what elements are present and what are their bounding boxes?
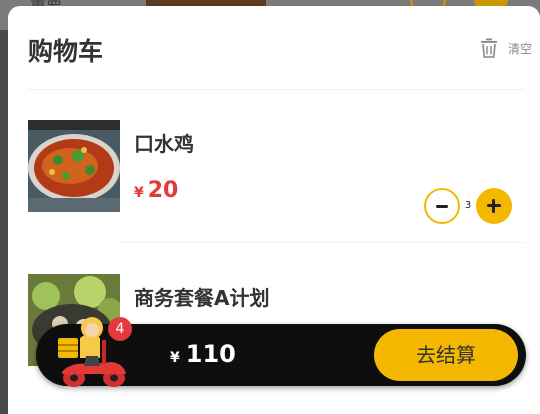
trash-icon xyxy=(480,38,497,58)
cart-title: 购物车 xyxy=(28,37,104,66)
header-divider xyxy=(28,89,524,90)
increase-quantity-button[interactable] xyxy=(476,188,512,224)
quantity-value: 3 xyxy=(464,200,472,211)
total-price: ¥110 xyxy=(170,340,236,368)
item-divider xyxy=(120,242,524,243)
cart-sheet: 购物车 清空 口水鸡 ¥ 20 3 商务套餐A计划 4 ¥ 110 去结算 xyxy=(8,6,540,414)
cart-count-badge: 4 xyxy=(108,317,132,341)
item-name: 商务套餐A计划 xyxy=(134,286,270,310)
price-value: 20 xyxy=(147,178,179,203)
item-name: 口水鸡 xyxy=(134,132,194,156)
total-currency: ¥ xyxy=(170,350,180,366)
checkout-button[interactable]: 去结算 xyxy=(374,329,518,381)
quantity-stepper: 3 xyxy=(424,188,524,224)
total-value: 110 xyxy=(185,340,236,368)
decrease-quantity-button[interactable] xyxy=(424,188,460,224)
cart-header: 购物车 清空 xyxy=(28,30,532,70)
item-price: ¥20 xyxy=(134,178,178,203)
cart-bottom-bar: 4 ¥110 去结算 xyxy=(36,317,526,387)
spicy-chicken-photo xyxy=(28,120,120,212)
clear-cart-button[interactable]: 清空 xyxy=(480,38,532,58)
price-currency: ¥ xyxy=(134,185,144,201)
clear-label: 清空 xyxy=(507,41,532,56)
cart-item: 口水鸡 ¥20 3 xyxy=(28,120,524,224)
